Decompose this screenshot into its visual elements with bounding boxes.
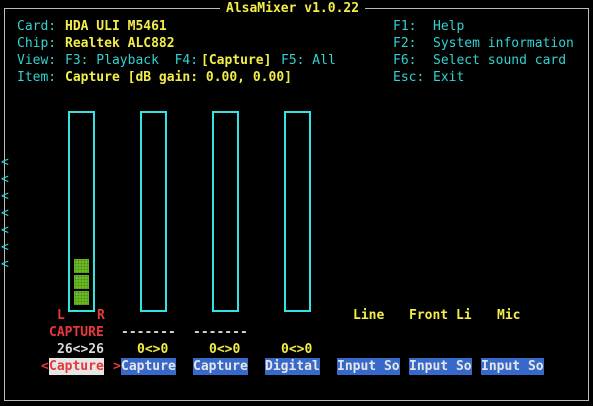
enum-value-mic[interactable]: Mic [497, 307, 520, 324]
shortcut-soundcard-key: F6: [393, 53, 417, 68]
selection-marker-right: > [113, 359, 121, 374]
shortcut-help-key: F1: [393, 19, 417, 34]
scroll-left-icon[interactable]: < [1, 239, 9, 256]
scroll-left-icon[interactable]: < [1, 171, 9, 188]
volume-slider-capture-3[interactable] [212, 111, 239, 312]
shortcut-sysinfo[interactable]: System information [433, 35, 574, 52]
level-bar [74, 275, 89, 289]
volume-slider-capture-2[interactable] [140, 111, 167, 312]
shortcut-help[interactable]: Help [433, 18, 464, 35]
shortcut-exit[interactable]: Exit [433, 69, 464, 86]
capture-switch-on[interactable]: CAPTURE [49, 324, 104, 341]
scroll-left-icon[interactable]: < [1, 222, 9, 239]
shortcut-sysinfo-key: F2: [393, 36, 417, 51]
enum-value-front-line[interactable]: Front Li [409, 307, 472, 324]
channel-value: 0<>0 [281, 342, 313, 357]
chip-label: Chip: [17, 36, 57, 51]
volume-slider-capture-1[interactable] [68, 111, 95, 312]
window-title: AlsaMixer v1.0.22 [220, 0, 366, 17]
channel-name-capture[interactable]: Capture [121, 358, 176, 375]
level-bar [74, 259, 89, 273]
channel-value: 0<>0 [137, 342, 169, 357]
view-capture-option[interactable]: [Capture] [201, 52, 271, 69]
scroll-left-icon[interactable]: < [1, 154, 9, 171]
channel-name-input-source[interactable]: Input So [481, 358, 544, 375]
shortcut-soundcard[interactable]: Select sound card [433, 52, 566, 69]
view-label: View: [17, 53, 57, 68]
channel-name-capture[interactable]: Capture [193, 358, 248, 375]
view-all-option[interactable]: F5: All [281, 52, 336, 69]
capture-switch-off[interactable]: ------- [193, 324, 248, 341]
shortcut-exit-key: Esc: [393, 70, 425, 85]
channel-value: 26<>26 [57, 342, 104, 357]
channel-name-digital[interactable]: Digital [265, 358, 320, 375]
volume-slider-digital[interactable] [284, 111, 311, 312]
capture-switch-off[interactable]: ------- [121, 324, 176, 341]
scroll-left-icon[interactable]: < [1, 205, 9, 222]
item-value: Capture [dB gain: 0.00, 0.00] [65, 70, 292, 85]
enum-value-line[interactable]: Line [353, 307, 384, 324]
item-label: Item: [17, 70, 57, 85]
chip-value: Realtek ALC882 [65, 36, 175, 51]
channel-name-capture-selected[interactable]: Capture [49, 358, 104, 375]
scroll-left-icon[interactable]: < [1, 188, 9, 205]
channel-name-input-source[interactable]: Input So [409, 358, 472, 375]
selection-marker-left: < [41, 359, 49, 374]
level-bar [74, 291, 89, 305]
right-channel-label: R [97, 308, 105, 323]
card-value: HDA ULI M5461 [65, 19, 167, 34]
left-channel-label: L [57, 308, 65, 323]
scroll-left-icon[interactable]: < [1, 256, 9, 273]
channel-value: 0<>0 [209, 342, 241, 357]
card-label: Card: [17, 19, 57, 34]
channel-name-input-source[interactable]: Input So [337, 358, 400, 375]
view-playback-option[interactable]: F3: Playback F4: [65, 52, 198, 69]
